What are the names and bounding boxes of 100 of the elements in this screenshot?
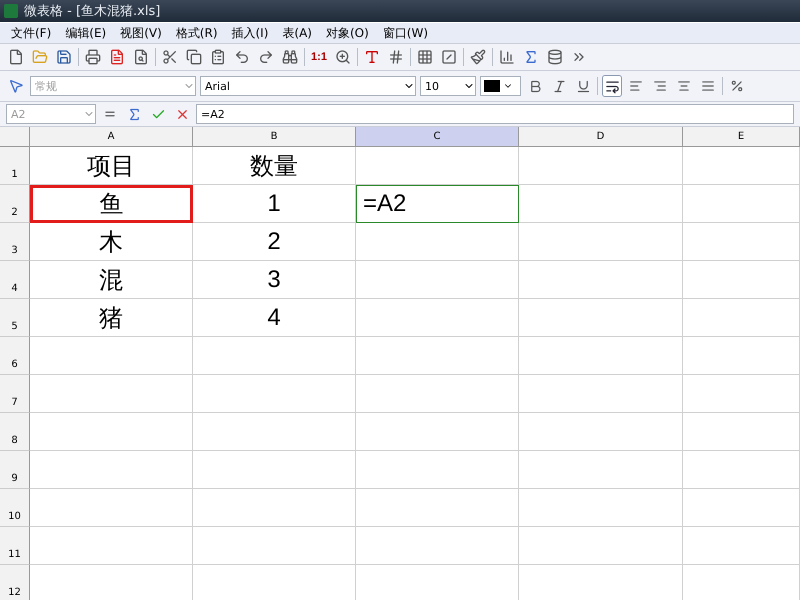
table-cell[interactable]	[683, 413, 800, 451]
column-header[interactable]: E	[683, 127, 800, 147]
table-cell[interactable]: 2	[193, 223, 356, 261]
menu-item[interactable]: 插入(I)	[224, 24, 276, 42]
highlighted-cell[interactable]: 鱼	[30, 185, 193, 223]
table-cell[interactable]	[519, 299, 683, 337]
table-cell[interactable]: 项目	[30, 147, 193, 185]
row-header[interactable]: 8	[0, 413, 30, 451]
table-cell[interactable]	[356, 299, 519, 337]
menu-item[interactable]: 窗口(W)	[376, 24, 436, 42]
color-picker[interactable]	[480, 76, 521, 96]
row-header[interactable]: 1	[0, 147, 30, 185]
row-header[interactable]: 7	[0, 375, 30, 413]
row-header[interactable]: 4	[0, 261, 30, 299]
wrap-text-icon	[604, 78, 620, 94]
table-cell[interactable]	[683, 451, 800, 489]
save-icon	[56, 49, 72, 65]
menu-item[interactable]: 编辑(E)	[58, 24, 114, 42]
table-cell[interactable]	[30, 451, 193, 489]
table-cell[interactable]	[193, 337, 356, 375]
table-cell[interactable]	[519, 223, 683, 261]
table-cell[interactable]: 猪	[30, 299, 193, 337]
table-cell[interactable]	[356, 413, 519, 451]
table-cell[interactable]	[519, 337, 683, 375]
table-cell[interactable]	[356, 337, 519, 375]
table-cell[interactable]	[519, 489, 683, 527]
column-header[interactable]: C	[356, 127, 519, 147]
clipboard-icon	[210, 49, 226, 65]
menu-item[interactable]: 表(A)	[275, 24, 319, 42]
table-cell[interactable]: 4	[193, 299, 356, 337]
menu-item[interactable]: 格式(R)	[168, 24, 224, 42]
table-cell[interactable]: 混	[30, 261, 193, 299]
table-cell[interactable]	[683, 527, 800, 565]
row-header[interactable]: 2	[0, 185, 30, 223]
formula-field[interactable]: =A2	[196, 104, 794, 124]
table-cell[interactable]	[683, 261, 800, 299]
table-cell[interactable]	[683, 147, 800, 185]
table-cell[interactable]	[356, 375, 519, 413]
table-cell[interactable]	[30, 337, 193, 375]
menu-item[interactable]: 对象(O)	[318, 24, 376, 42]
corner-header[interactable]	[0, 127, 30, 147]
table-cell[interactable]	[519, 527, 683, 565]
font-size-dropdown[interactable]: 10	[420, 76, 476, 96]
column-header[interactable]: D	[519, 127, 683, 147]
table-cell[interactable]	[519, 451, 683, 489]
column-header[interactable]: A	[30, 127, 193, 147]
menu-item[interactable]: 视图(V)	[113, 24, 169, 42]
table-cell[interactable]	[30, 413, 193, 451]
new-file-icon	[8, 49, 24, 65]
table-cell[interactable]	[193, 451, 356, 489]
table-cell[interactable]	[356, 261, 519, 299]
align-left-icon	[629, 79, 643, 93]
actual-size-button[interactable]: 1:1	[309, 46, 329, 68]
font-dropdown[interactable]: Arial	[200, 76, 416, 96]
table-cell[interactable]	[30, 375, 193, 413]
table-cell[interactable]	[683, 489, 800, 527]
table-cell[interactable]: 1	[193, 185, 356, 223]
table-cell[interactable]	[193, 527, 356, 565]
table-cell[interactable]	[356, 489, 519, 527]
table-cell[interactable]	[193, 375, 356, 413]
table-cell[interactable]	[519, 147, 683, 185]
undo-icon	[234, 49, 250, 65]
table-cell[interactable]	[193, 489, 356, 527]
table-cell[interactable]	[193, 413, 356, 451]
underline-icon	[576, 78, 590, 94]
row-header[interactable]: 10	[0, 489, 30, 527]
table-cell[interactable]	[30, 489, 193, 527]
zoom-icon	[335, 49, 351, 65]
row-header[interactable]: 6	[0, 337, 30, 375]
column-header[interactable]: B	[193, 127, 356, 147]
table-cell[interactable]	[356, 527, 519, 565]
hatch-icon	[441, 49, 457, 65]
column-chart-icon	[499, 49, 515, 65]
table-cell[interactable]	[519, 185, 683, 223]
table-cell[interactable]	[30, 527, 193, 565]
table-cell[interactable]	[683, 185, 800, 223]
table-cell[interactable]	[683, 223, 800, 261]
hash-icon	[388, 49, 404, 65]
table-cell[interactable]	[519, 413, 683, 451]
table-cell[interactable]	[683, 299, 800, 337]
table-cell[interactable]	[356, 451, 519, 489]
table-cell[interactable]	[519, 261, 683, 299]
row-header[interactable]: 5	[0, 299, 30, 337]
table-cell[interactable]	[356, 147, 519, 185]
table-cell[interactable]: 木	[30, 223, 193, 261]
active-cell[interactable]: =A2	[356, 185, 519, 223]
table-cell[interactable]: 3	[193, 261, 356, 299]
row-header[interactable]: 9	[0, 451, 30, 489]
justify-icon	[701, 79, 715, 93]
row-header[interactable]: 3	[0, 223, 30, 261]
menu-item[interactable]: 文件(F)	[4, 24, 58, 42]
table-cell[interactable]	[683, 375, 800, 413]
row-header[interactable]: 12	[0, 565, 30, 600]
table-cell[interactable]: 数量	[193, 147, 356, 185]
scissors-icon	[162, 49, 178, 65]
table-cell[interactable]	[519, 375, 683, 413]
row-header[interactable]: 11	[0, 527, 30, 565]
wrap-text-button[interactable]	[602, 75, 622, 97]
table-cell[interactable]	[356, 223, 519, 261]
table-cell[interactable]	[683, 337, 800, 375]
